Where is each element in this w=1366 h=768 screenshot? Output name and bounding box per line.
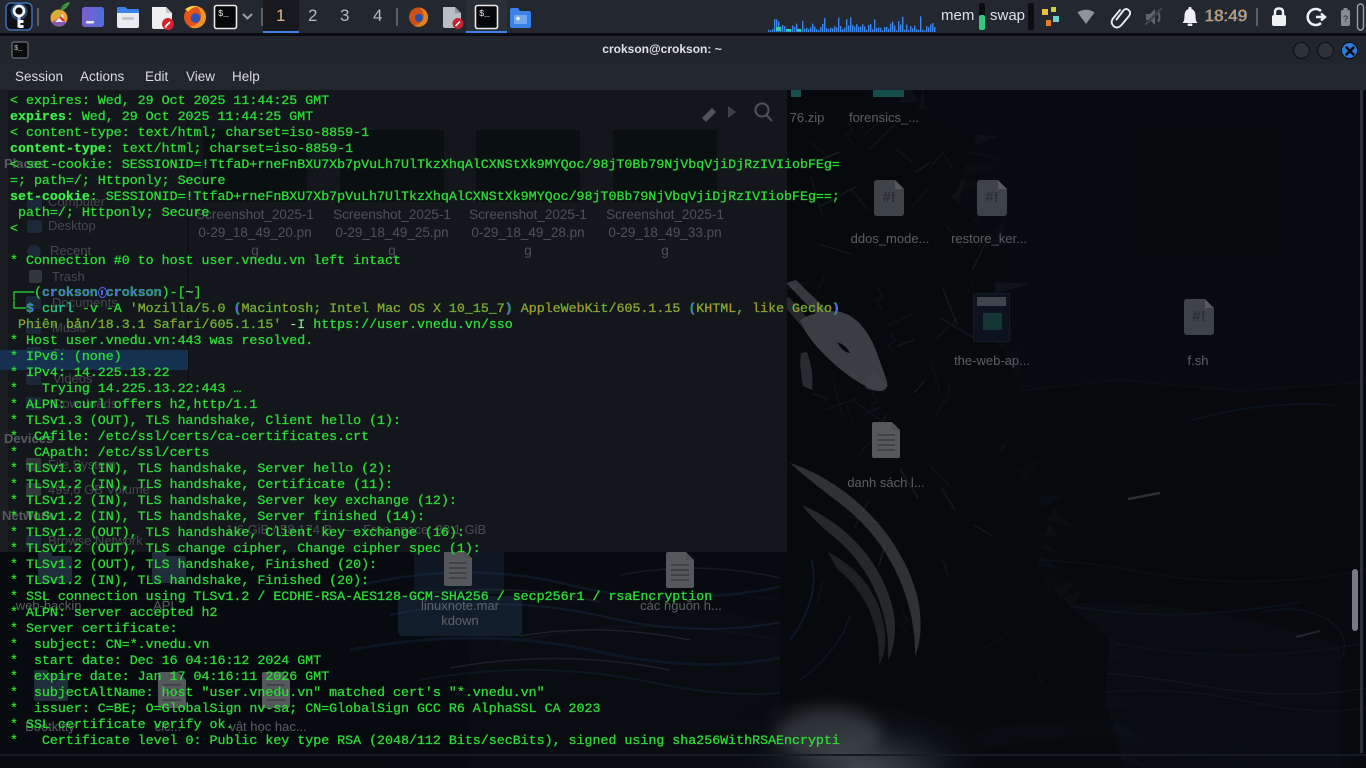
svg-text:$_: $_ [479,9,490,19]
svg-text:?: ? [1343,14,1348,24]
svg-text:$_: $_ [218,9,229,19]
